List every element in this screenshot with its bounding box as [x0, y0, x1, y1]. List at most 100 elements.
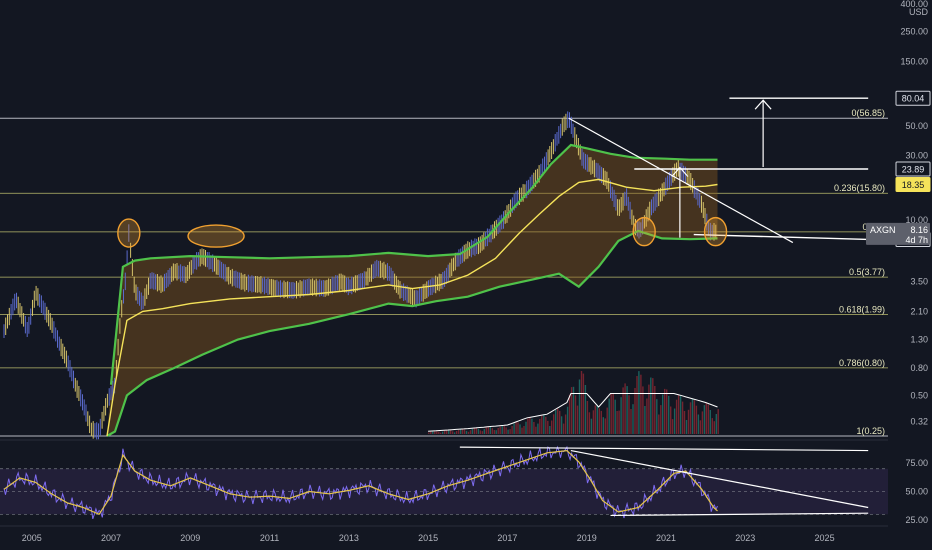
volume-bar: [632, 404, 634, 434]
volume-bar: [685, 420, 688, 434]
highlight-ellipse[interactable]: [187, 224, 245, 248]
volume-bar: [675, 399, 678, 434]
price-tick: 30.00: [905, 151, 928, 161]
volume-bar: [475, 428, 478, 434]
volume-bar: [430, 431, 432, 434]
price-chart[interactable]: 0(56.85)0.236(15.80)0.3820.5(3.77)0.618(…: [0, 0, 932, 550]
rsi-tick: 75.00: [905, 458, 928, 468]
fib-label: 0.236(15.80): [834, 183, 885, 193]
volume-bar: [652, 378, 654, 434]
volume-bar: [541, 415, 543, 434]
volume-bar: [662, 394, 664, 434]
volume-bar: [638, 371, 640, 434]
volume-bar: [503, 425, 505, 434]
volume-bar: [537, 423, 539, 434]
volume-bar: [576, 405, 579, 434]
time-tick: 2021: [656, 533, 676, 543]
time-tick: 2009: [180, 533, 200, 543]
time-tick: 2017: [497, 533, 517, 543]
volume-bar: [707, 404, 709, 434]
volume-bar: [545, 416, 547, 434]
symbol-price: 8.16: [910, 225, 928, 235]
volume-bar: [531, 418, 533, 434]
volume-bar: [699, 420, 702, 434]
volume-bar: [582, 373, 585, 434]
price-tag-label: 18.35: [902, 180, 925, 190]
volume-bar: [557, 408, 559, 434]
volume-bar: [697, 414, 700, 434]
time-tick: 2023: [735, 533, 755, 543]
volume-bar: [505, 427, 507, 434]
volume-bar: [703, 405, 706, 434]
symbol-name: AXGN: [870, 225, 896, 235]
volume-bar: [517, 422, 519, 434]
volume-bar: [666, 389, 668, 434]
volume-bar: [543, 415, 545, 434]
volume-bar: [648, 384, 650, 434]
volume-bar: [449, 430, 452, 434]
volume-bar: [551, 420, 553, 434]
volume-bar: [715, 414, 717, 434]
volume-bar: [711, 418, 713, 434]
volume-bar: [436, 431, 438, 434]
volume-bar: [483, 429, 485, 434]
volume-bar: [709, 410, 711, 434]
volume-bar: [455, 431, 458, 434]
volume-bar: [562, 423, 565, 434]
volume-bar: [533, 422, 535, 434]
volume-bar: [683, 411, 686, 434]
volume-bar: [600, 410, 602, 434]
volume-bar: [580, 371, 583, 434]
volume-bar: [549, 426, 551, 434]
volume-bar: [559, 410, 561, 434]
volume-bar: [602, 417, 604, 434]
volume-bar: [618, 410, 620, 434]
volume-bar: [555, 410, 557, 434]
time-axis[interactable]: 2005 2007 2009 2011 2013 2015 2017 2019 2021 2023…: [0, 525, 932, 550]
volume-bar: [656, 399, 658, 434]
price-tag-label: 23.89: [902, 165, 925, 175]
volume-bar: [438, 431, 440, 434]
volume-bar: [515, 422, 517, 434]
highlight-ellipse[interactable]: [117, 218, 141, 248]
volume-bar: [535, 426, 537, 434]
volume-bar: [566, 406, 569, 434]
price-tick: 150.00: [900, 56, 928, 66]
time-axis-bg: [0, 526, 932, 550]
volume-bar: [485, 427, 487, 434]
volume-bar: [461, 429, 464, 434]
volume-bar: [614, 399, 616, 434]
rsi-tick: 50.00: [905, 487, 928, 497]
volume-bar: [507, 429, 509, 434]
volume-bar: [432, 431, 434, 434]
volume-bar: [598, 408, 600, 434]
volume-bar: [594, 405, 596, 434]
volume-bar: [489, 427, 491, 434]
volume-bar: [547, 420, 549, 434]
volume-bar: [658, 414, 660, 434]
volume-bar: [636, 376, 638, 434]
time-tick: 2007: [101, 533, 121, 543]
volume-bar: [664, 388, 666, 434]
highlight-ellipse[interactable]: [632, 216, 656, 247]
volume-bar: [630, 409, 632, 434]
time-tick: 2011: [260, 533, 279, 543]
volume-bar: [481, 431, 484, 434]
price-tick: 250.00: [900, 27, 928, 37]
volume-bar: [465, 430, 468, 434]
volume-bar: [590, 418, 593, 434]
volume-bar: [442, 431, 444, 434]
volume-bar: [671, 419, 674, 434]
volume-bar: [527, 418, 529, 434]
volume-bar: [469, 430, 472, 434]
volume-bar: [628, 395, 630, 434]
volume-bar: [519, 424, 521, 434]
highlight-ellipse[interactable]: [703, 216, 728, 247]
price-tick: 0.50: [910, 390, 928, 400]
volume-bar: [539, 418, 541, 434]
volume-bar: [695, 405, 698, 434]
volume-bar: [634, 388, 636, 434]
volume-bar: [596, 404, 598, 434]
volume-bar: [660, 405, 662, 434]
price-tick: 2.10: [910, 306, 928, 316]
